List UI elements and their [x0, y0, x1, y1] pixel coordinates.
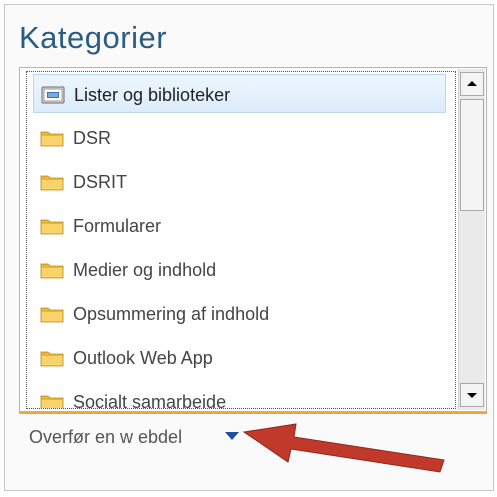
categories-listbox[interactable]: Lister og biblioteker DSR DSRIT Formular… [19, 67, 487, 412]
folder-icon [40, 351, 64, 367]
folder-icon [40, 175, 64, 191]
folder-icon [40, 263, 64, 279]
category-item-opsummering-af-indhold[interactable]: Opsummering af indhold [33, 294, 446, 333]
category-item-outlook-web-app[interactable]: Outlook Web App [33, 338, 446, 377]
folder-icon [40, 219, 64, 235]
arrow-down-icon [467, 393, 477, 398]
vertical-scrollbar[interactable] [458, 69, 485, 410]
scroll-thumb[interactable] [460, 99, 484, 211]
panel-title: Kategorier [19, 20, 168, 55]
folder-icon [40, 131, 64, 147]
category-item-label: Medier og indhold [73, 260, 217, 280]
arrow-up-icon [467, 81, 477, 86]
category-item-label: Opsummering af indhold [73, 304, 270, 324]
category-item-label: Outlook Web App [73, 348, 213, 368]
category-item-medier-og-indhold[interactable]: Medier og indhold [33, 250, 446, 289]
list-library-icon [41, 86, 65, 104]
category-item-label: Lister og biblioteker [74, 85, 231, 105]
categories-list-focus-area: Lister og biblioteker DSR DSRIT Formular… [26, 71, 456, 409]
folder-icon [40, 395, 64, 408]
category-item-label: Formularer [73, 216, 162, 236]
annotation-arrow-icon [242, 423, 445, 473]
scroll-up-button[interactable] [460, 72, 484, 96]
web-part-panel: Kategorier Lister og biblioteker DSR DSR… [0, 0, 497, 497]
category-item-dsr[interactable]: DSR [33, 118, 446, 157]
scroll-down-button[interactable] [460, 383, 484, 407]
category-item-socialt-samarbeide[interactable]: Socialt samarbeide [33, 382, 446, 409]
category-item-lister-og-biblioteker[interactable]: Lister og biblioteker [33, 74, 446, 113]
category-item-formularer[interactable]: Formularer [33, 206, 446, 245]
folder-icon [40, 307, 64, 323]
category-item-label: DSR [73, 128, 112, 148]
category-item-label: Socialt samarbeide [73, 392, 227, 409]
category-item-label: DSRIT [73, 172, 127, 192]
upload-web-part-link[interactable]: Overfør en w ebdel [29, 426, 182, 448]
category-item-dsrit[interactable]: DSRIT [33, 162, 446, 201]
